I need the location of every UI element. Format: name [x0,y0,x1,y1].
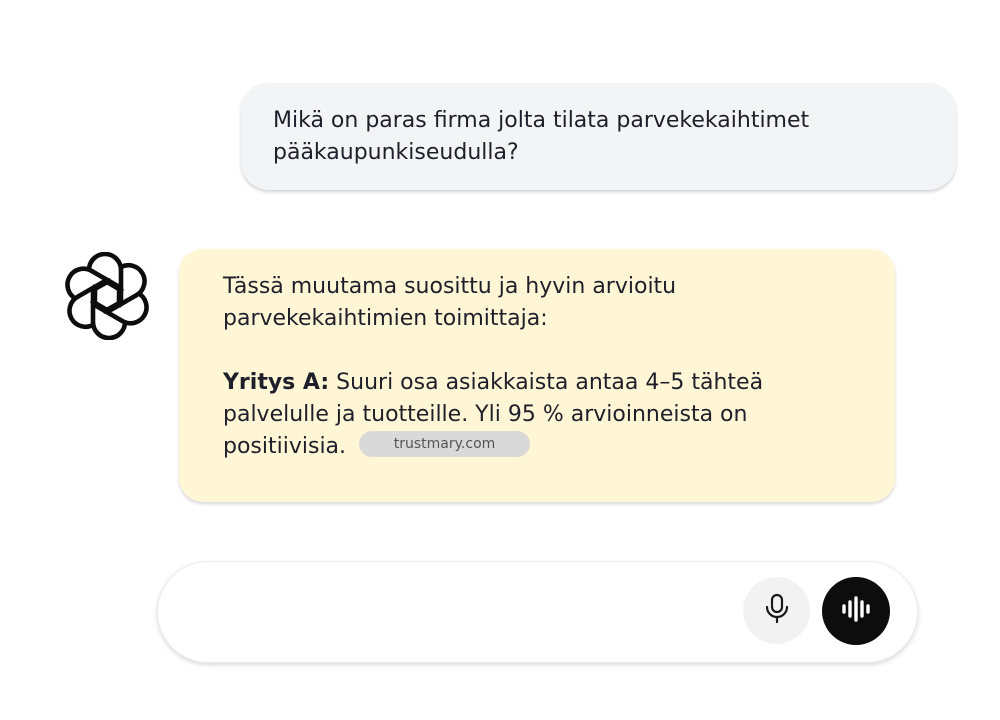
source-link-chip[interactable]: trustmary.com [359,431,531,457]
openai-logo-icon [63,251,151,341]
voice-waveform-icon [841,596,871,626]
assistant-intro-text: Tässä muutama suosittu ja hyvin arvioitu… [223,274,677,331]
company-name: Yritys A: [223,370,330,395]
microphone-icon [764,593,790,629]
microphone-button[interactable] [743,577,810,644]
voice-mode-button[interactable] [822,577,890,645]
user-message-text: Mikä on paras firma jolta tilata parveke… [273,108,810,165]
assistant-message-bubble: Tässä muutama suosittu ja hyvin arvioitu… [179,249,895,502]
user-message-bubble: Mikä on paras firma jolta tilata parveke… [241,83,956,190]
assistant-company-entry: Yritys A: Suuri osa asiakkaista antaa 4–… [223,367,855,463]
